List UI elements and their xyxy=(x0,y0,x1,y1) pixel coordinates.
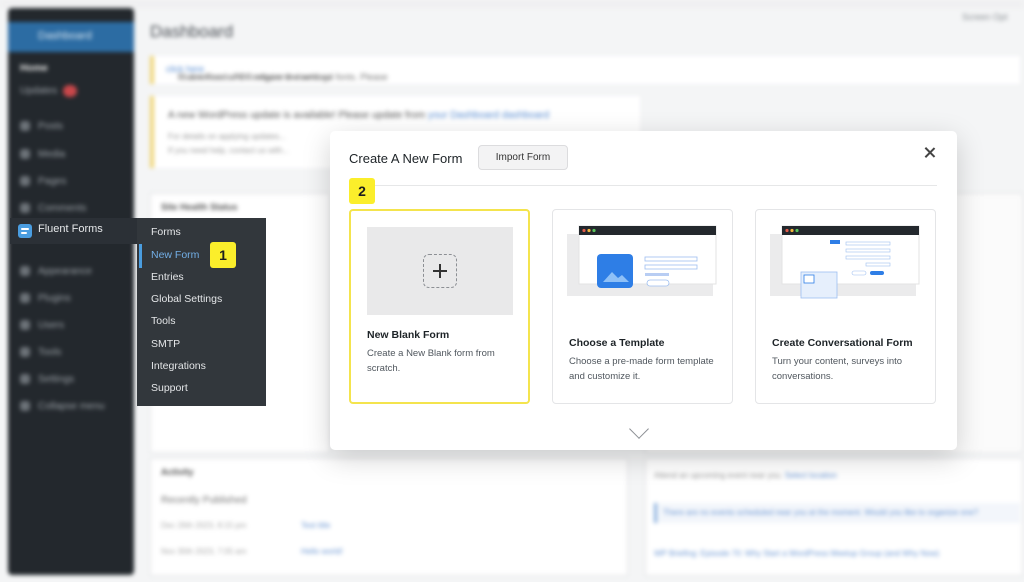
events-notice: There are no events scheduled near you a… xyxy=(654,503,1020,523)
new-blank-form-card[interactable]: New Blank Form Create a New Blank form f… xyxy=(349,209,530,404)
submenu-item-smtp[interactable]: SMTP xyxy=(151,338,180,350)
card-description: Choose a pre-made form template and cust… xyxy=(569,356,714,383)
submenu-item-entries[interactable]: Entries xyxy=(151,271,184,283)
card-title: Create Conversational Form xyxy=(772,337,913,349)
pdf-fonts-notice: Fluent Forms PDF require to download fon… xyxy=(150,56,1020,84)
sidebar-item-label: Fluent Forms xyxy=(38,223,103,235)
screen-options-button[interactable]: Screen Opt xyxy=(962,12,1008,22)
import-form-button[interactable]: Import Form xyxy=(478,145,568,170)
submenu-item-support[interactable]: Support xyxy=(151,382,188,394)
submenu-item-tools[interactable]: Tools xyxy=(151,315,176,327)
submenu-item-global-settings[interactable]: Global Settings xyxy=(151,293,222,305)
admin-sidebar: Dashboard Home Updates Posts Media Pages… xyxy=(8,8,134,575)
step-1-badge: 1 xyxy=(210,242,236,268)
card-title: Choose a Template xyxy=(569,337,665,349)
blank-form-thumbnail xyxy=(367,227,513,315)
divider xyxy=(349,185,937,186)
create-form-modal: Create A New Form Import Form New Blank … xyxy=(330,131,957,450)
sidebar-item-dashboard[interactable]: Dashboard xyxy=(8,22,134,52)
sidebar-item-plugins[interactable]: Plugins xyxy=(20,293,71,304)
select-location-link[interactable]: Select location xyxy=(785,471,837,480)
sidebar-item-appearance[interactable]: Appearance xyxy=(20,266,92,277)
sidebar-item-fluent-forms[interactable]: Fluent Forms xyxy=(10,218,144,244)
sidebar-item-posts[interactable]: Posts xyxy=(20,121,63,132)
choose-template-card[interactable]: Choose a Template Choose a pre-made form… xyxy=(552,209,733,404)
sidebar-item-comments[interactable]: Comments xyxy=(20,203,86,214)
activity-panel: Activity Recently Published Dec 26th 202… xyxy=(150,458,628,576)
template-illustration-icon xyxy=(567,225,717,296)
submenu-item-new-form[interactable]: New Form xyxy=(151,249,199,261)
conversational-form-card[interactable]: Create Conversational Form Turn your con… xyxy=(755,209,936,404)
update-count-badge xyxy=(63,85,78,97)
sidebar-item-updates[interactable]: Updates xyxy=(20,85,78,97)
sidebar-item-tools[interactable]: Tools xyxy=(20,347,61,358)
post-link[interactable]: Test title xyxy=(301,521,330,530)
sidebar-item-home[interactable]: Home xyxy=(20,63,48,74)
submenu-item-integrations[interactable]: Integrations xyxy=(151,360,206,372)
page-title: Dashboard xyxy=(150,22,234,41)
card-title: New Blank Form xyxy=(367,329,450,341)
card-description: Turn your content, surveys into conversa… xyxy=(772,356,903,383)
active-indicator xyxy=(139,244,142,268)
chevron-down-icon[interactable] xyxy=(629,419,649,439)
step-2-badge: 2 xyxy=(349,178,375,204)
plus-icon xyxy=(423,254,457,288)
fluent-forms-icon xyxy=(18,224,32,238)
update-link[interactable]: your Dashboard dashboard xyxy=(428,110,549,121)
submenu-item-forms[interactable]: Forms xyxy=(151,226,181,238)
sidebar-item-users[interactable]: Users xyxy=(20,320,64,331)
sidebar-item-collapse[interactable]: Collapse menu xyxy=(20,401,105,412)
fluent-forms-submenu: Forms New Form Entries Global Settings T… xyxy=(137,218,266,406)
admin-bar xyxy=(0,0,1024,8)
close-icon[interactable] xyxy=(921,144,939,162)
news-link[interactable]: WP Briefing: Episode 70: Why Start a Wor… xyxy=(654,549,939,558)
post-link[interactable]: Hello world! xyxy=(301,547,343,556)
sidebar-item-settings[interactable]: Settings xyxy=(20,374,74,385)
conversational-illustration-icon xyxy=(770,225,920,299)
sidebar-item-pages[interactable]: Pages xyxy=(20,176,66,187)
events-panel: Attend an upcoming event near you. Selec… xyxy=(645,458,1023,576)
sidebar-item-media[interactable]: Media xyxy=(20,149,65,160)
card-description: Create a New Blank form from scratch. xyxy=(367,348,495,375)
modal-title: Create A New Form xyxy=(349,151,463,166)
